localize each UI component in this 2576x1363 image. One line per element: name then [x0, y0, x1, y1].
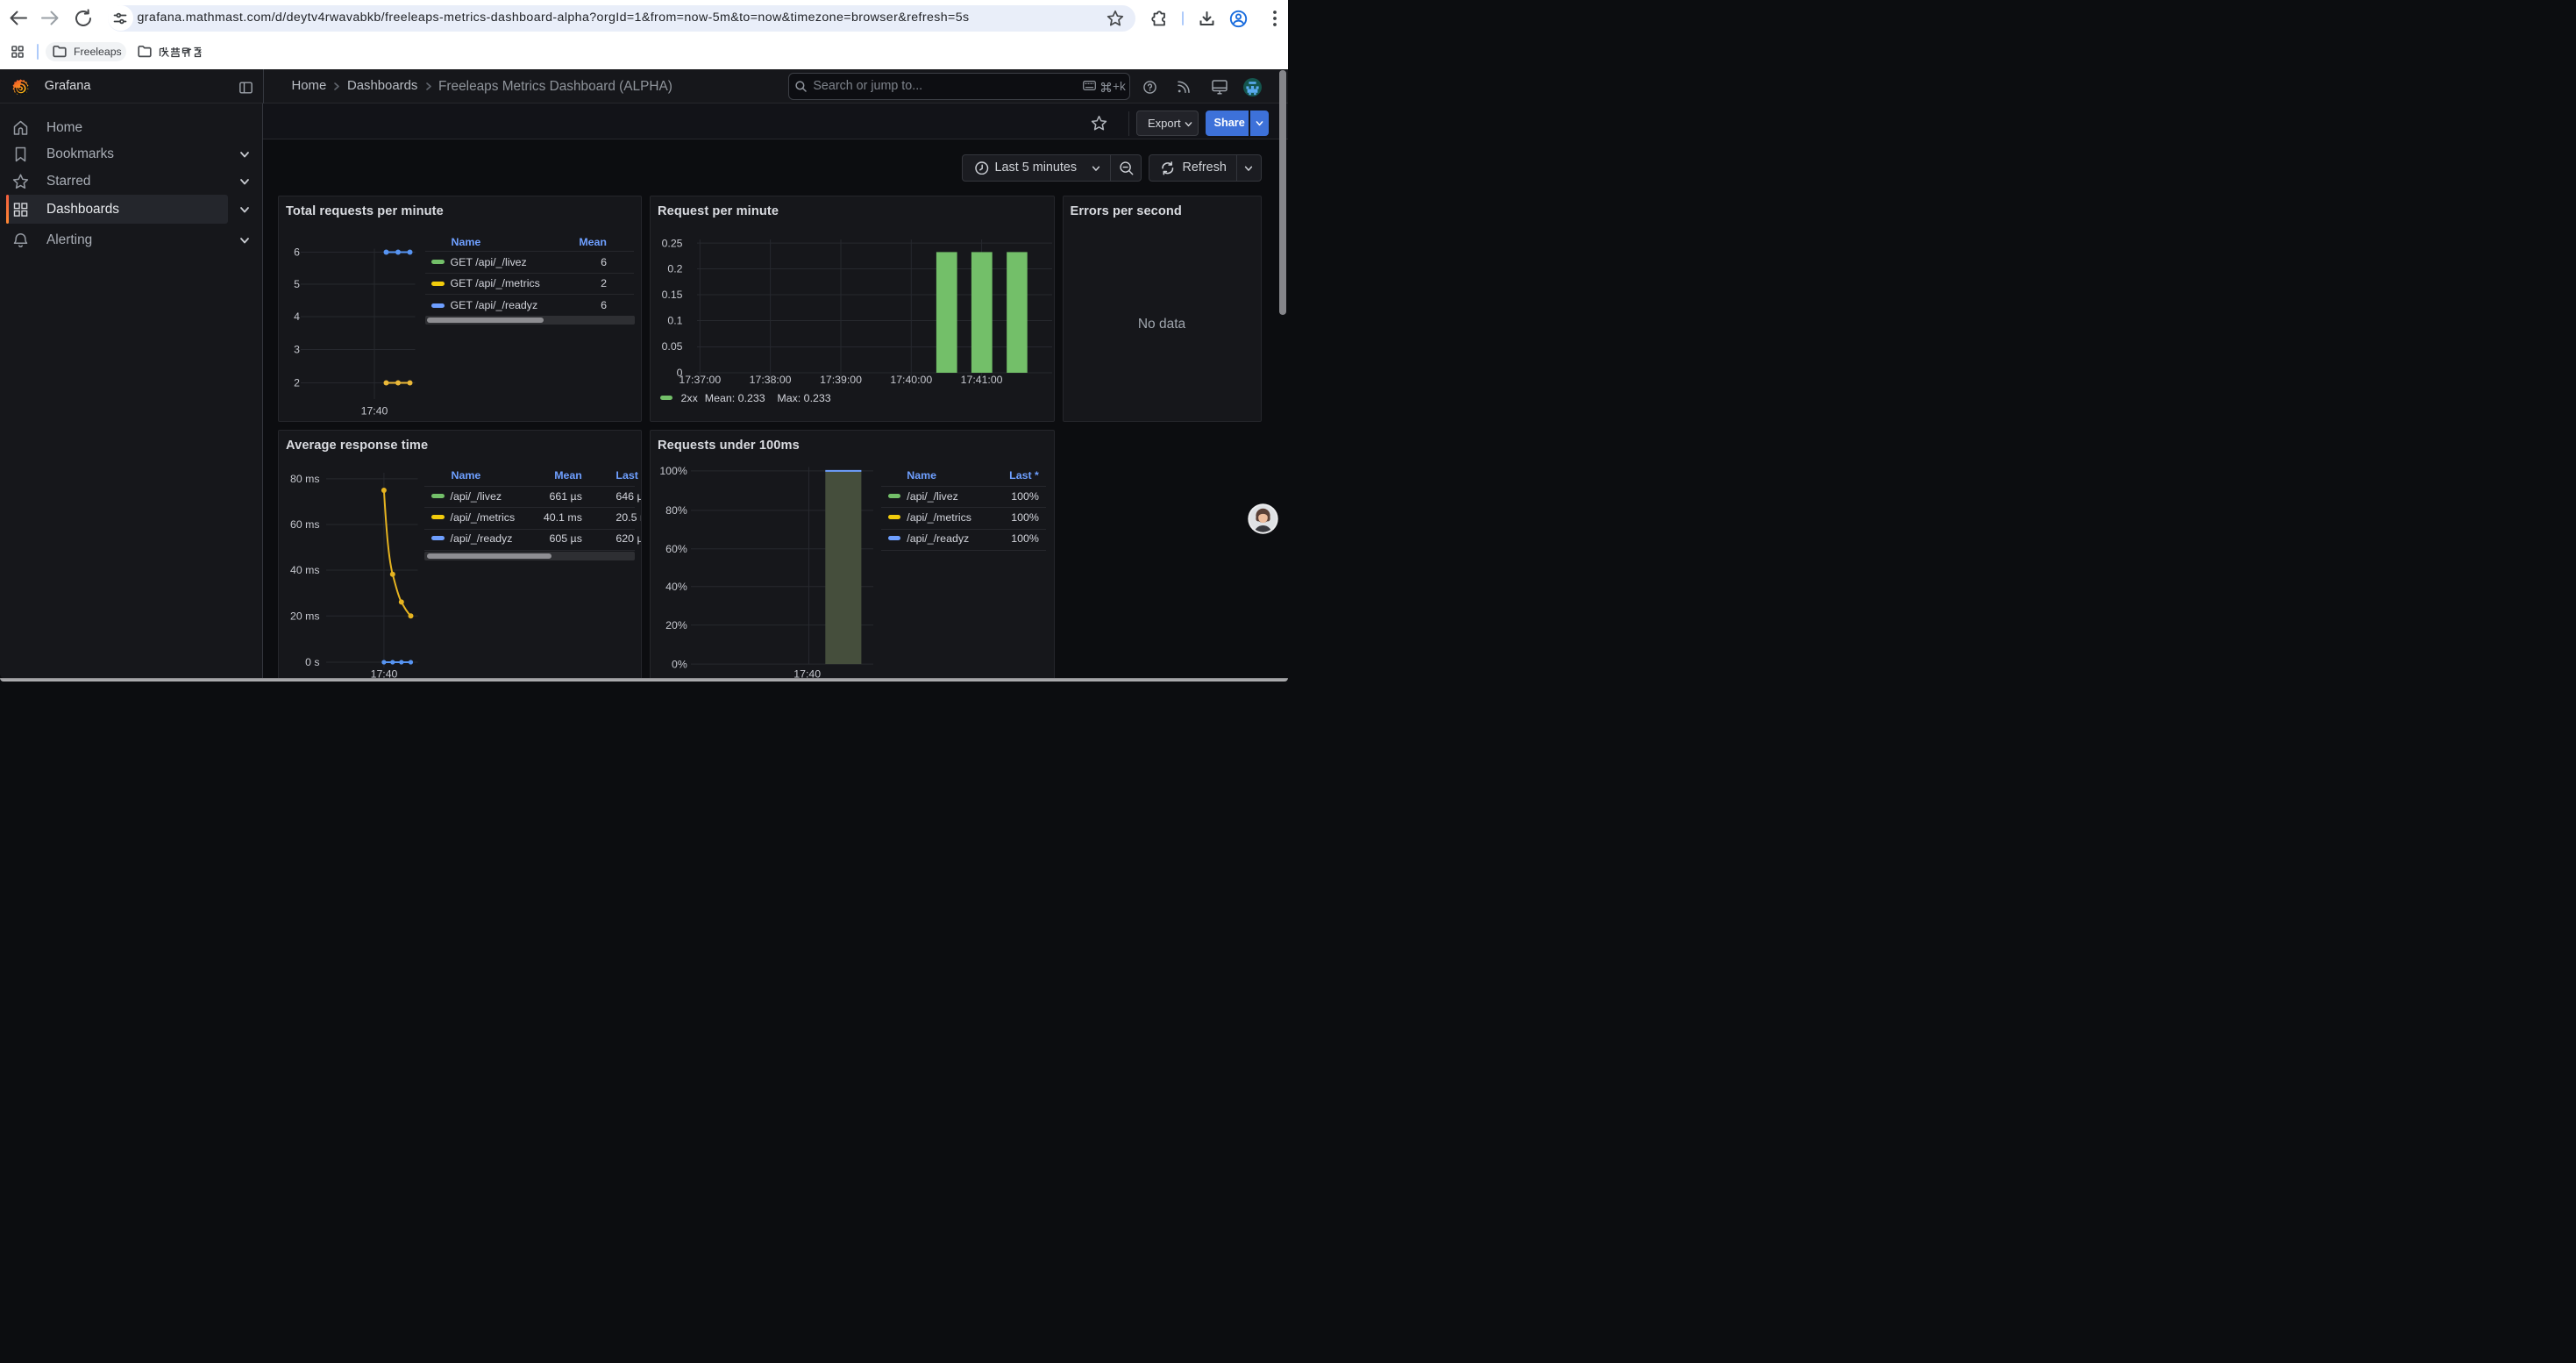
- svg-text:6: 6: [294, 246, 300, 259]
- svg-text:60%: 60%: [665, 543, 687, 555]
- svg-text:17:38:00: 17:38:00: [750, 374, 792, 386]
- svg-text:0.1: 0.1: [667, 315, 682, 327]
- svg-text:4: 4: [294, 310, 300, 323]
- svg-text:17:37:00: 17:37:00: [679, 374, 721, 386]
- svg-text:0.25: 0.25: [662, 237, 683, 249]
- svg-text:80 ms: 80 ms: [290, 473, 320, 485]
- svg-text:17:41:00: 17:41:00: [961, 374, 1003, 386]
- svg-text:17:40: 17:40: [361, 405, 388, 417]
- svg-text:3: 3: [294, 344, 300, 356]
- svg-text:17:40:00: 17:40:00: [890, 374, 932, 386]
- svg-text:20 ms: 20 ms: [290, 610, 320, 623]
- svg-text:0 s: 0 s: [305, 656, 319, 668]
- svg-text:40 ms: 40 ms: [290, 564, 320, 576]
- svg-text:100%: 100%: [659, 465, 687, 477]
- svg-text:0.15: 0.15: [662, 289, 683, 301]
- svg-text:17:39:00: 17:39:00: [820, 374, 862, 386]
- svg-text:20%: 20%: [665, 619, 687, 632]
- svg-text:0%: 0%: [672, 658, 687, 670]
- svg-text:80%: 80%: [665, 504, 687, 517]
- svg-text:5: 5: [294, 278, 300, 290]
- svg-text:60 ms: 60 ms: [290, 518, 320, 531]
- svg-text:0.05: 0.05: [662, 340, 683, 353]
- svg-text:0.2: 0.2: [667, 263, 682, 275]
- svg-text:2: 2: [294, 377, 300, 389]
- svg-text:40%: 40%: [665, 581, 687, 593]
